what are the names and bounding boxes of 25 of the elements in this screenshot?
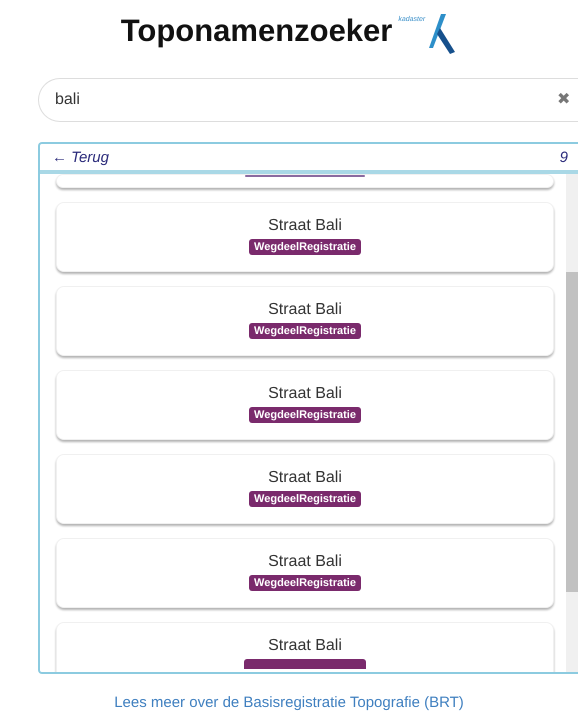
result-title: Straat Bali [268,469,342,487]
brt-link[interactable]: Lees meer over de Basisregistratie Topografie (BRT) [114,694,464,711]
result-card[interactable]: Straat Bali WegdeelRegistratie [56,202,554,272]
type-tag: WegdeelRegistratie [249,407,361,423]
result-card[interactable]: Straat Bali WegdeelRegistratie [56,286,554,356]
back-link[interactable]: ← Terug [52,148,109,166]
app-title: Toponamenzoeker [120,12,392,50]
type-tag: WegdeelRegistratie [249,491,361,507]
result-card[interactable]: Straat Bali WegdeelRegistratie [56,538,554,608]
result-title: Straat Bali [268,217,342,235]
logo-icon [427,14,458,54]
type-tag: WegdeelRegistratie [249,575,361,591]
result-card[interactable]: Straat Bali WegdeelRegistratie [56,370,554,440]
result-card[interactable]: Straat Bali [56,622,554,672]
clear-icon[interactable]: ✖ [557,91,570,109]
result-count: 9 [560,148,568,166]
result-title: Straat Bali [268,637,342,655]
type-tag: WegdeelRegistratie [249,239,361,255]
type-tag: WegdeelRegistratie [249,323,361,339]
result-card[interactable] [56,174,554,188]
result-title: Straat Bali [268,301,342,319]
scrollbar[interactable] [566,174,578,672]
result-card[interactable]: Straat Bali WegdeelRegistratie [56,454,554,524]
result-title: Straat Bali [268,553,342,571]
result-title: Straat Bali [268,385,342,403]
